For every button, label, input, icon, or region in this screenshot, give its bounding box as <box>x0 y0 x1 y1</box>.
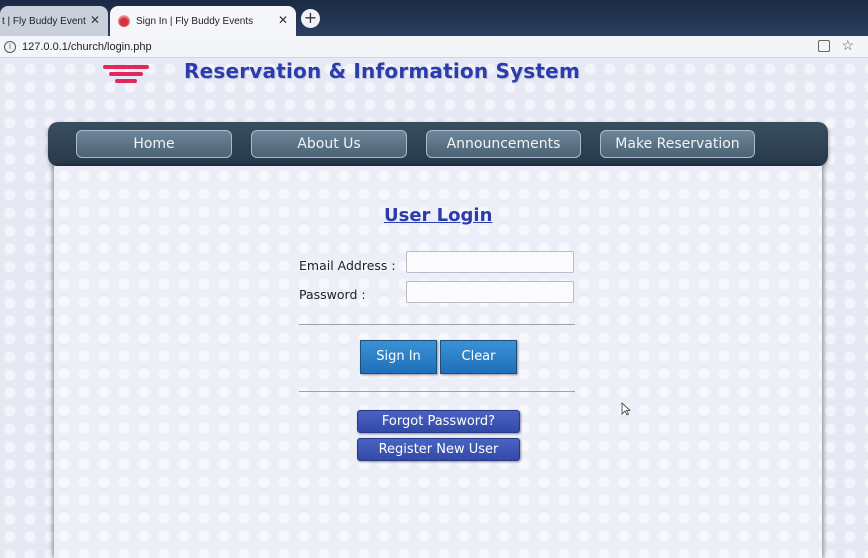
close-icon[interactable]: ✕ <box>278 13 288 27</box>
nav-about-us[interactable]: About Us <box>251 130 407 158</box>
register-new-user-button[interactable]: Register New User <box>357 438 520 461</box>
mouse-cursor-icon <box>621 402 631 416</box>
info-icon[interactable]: i <box>4 40 16 53</box>
tab-label: t | Fly Buddy Event <box>2 15 86 27</box>
main-nav: Home About Us Announcements Make Reserva… <box>48 122 828 166</box>
new-tab-button[interactable]: + <box>301 9 320 28</box>
password-field[interactable] <box>406 281 574 303</box>
star-icon[interactable]: ☆ <box>841 37 854 54</box>
email-label: Email Address : <box>299 258 396 273</box>
tab-label: Sign In | Fly Buddy Events <box>136 15 254 27</box>
email-field[interactable] <box>406 251 574 273</box>
browser-tab-active[interactable]: Sign In | Fly Buddy Events ✕ <box>110 6 296 36</box>
close-icon[interactable]: ✕ <box>90 13 100 27</box>
browser-tab-bar: t | Fly Buddy Event ✕ Sign In | Fly Budd… <box>0 0 868 36</box>
forgot-password-button[interactable]: Forgot Password? <box>357 410 520 433</box>
page: Reservation & Information System Home Ab… <box>0 59 868 558</box>
nav-home[interactable]: Home <box>76 130 232 158</box>
url-text[interactable]: 127.0.0.1/church/login.php <box>22 41 152 53</box>
clear-button[interactable]: Clear <box>440 340 517 374</box>
login-panel: User Login Email Address : Password : Si… <box>54 166 822 558</box>
nav-announcements[interactable]: Announcements <box>426 130 581 158</box>
login-title: User Login <box>384 205 493 226</box>
browser-tab[interactable]: t | Fly Buddy Event ✕ <box>0 6 108 36</box>
divider <box>299 391 575 392</box>
divider <box>299 324 575 325</box>
password-label: Password : <box>299 287 366 302</box>
sign-in-button[interactable]: Sign In <box>360 340 437 374</box>
share-icon[interactable] <box>818 40 830 52</box>
favicon-icon <box>118 15 130 27</box>
address-bar[interactable]: i 127.0.0.1/church/login.php ☆ <box>0 36 868 58</box>
logo-icon <box>100 65 152 89</box>
site-title: Reservation & Information System <box>184 59 580 83</box>
nav-make-reservation[interactable]: Make Reservation <box>600 130 755 158</box>
